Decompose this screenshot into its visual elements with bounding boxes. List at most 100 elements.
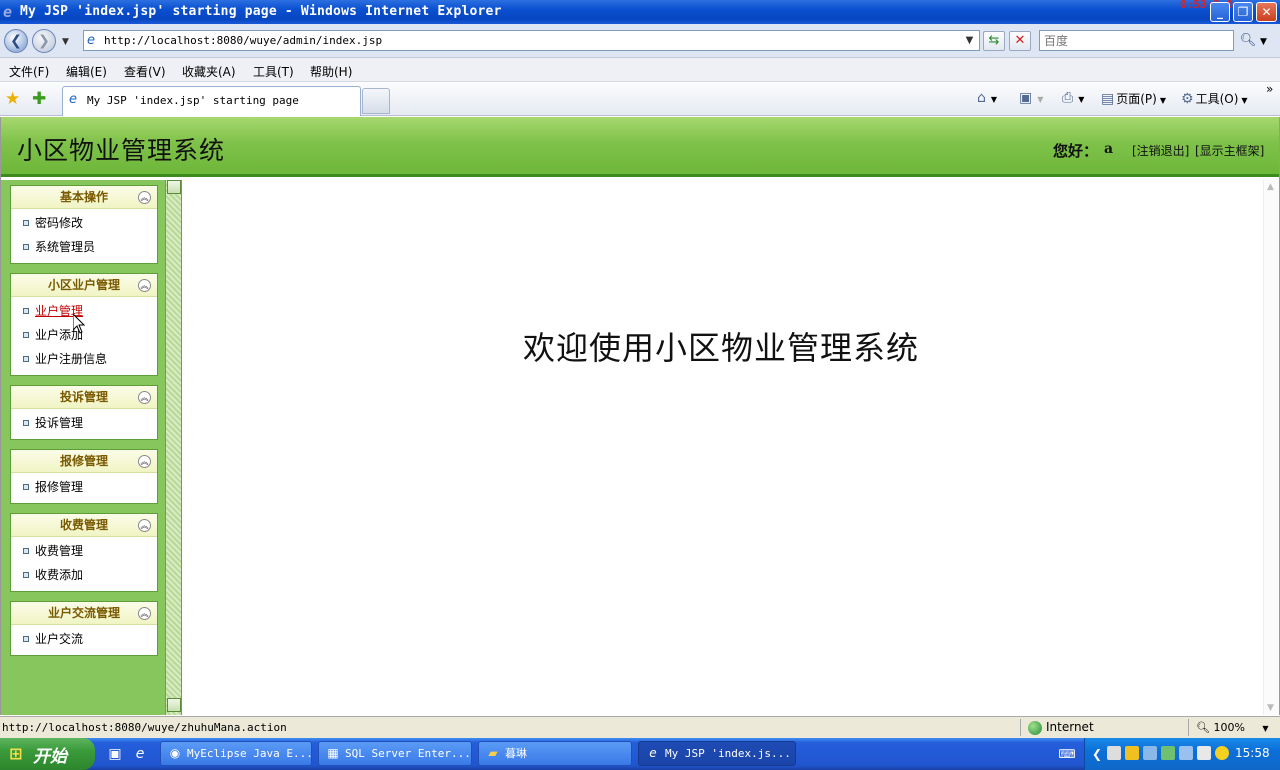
tray-app-icon[interactable] [1143,746,1157,760]
new-tab-button[interactable] [362,88,390,114]
menu-item-resident-communication[interactable]: 业户交流 [11,627,157,651]
menu-group-header[interactable]: 基本操作 ︽ [11,186,157,209]
menu-group-title: 小区业户管理 [47,278,120,292]
home-button[interactable]: ⌂ ▼ [977,90,997,106]
menu-group-header[interactable]: 业户交流管理 ︽ [11,602,157,625]
quicklaunch-ie-icon[interactable]: e [130,744,150,764]
tab-current-page[interactable]: e My JSP 'index.jsp' starting page [62,86,361,116]
menu-item-resident-registration[interactable]: 业户注册信息 [11,347,157,371]
splitter-down-handle[interactable] [167,698,181,712]
menu-group-header[interactable]: 收费管理 ︽ [11,514,157,537]
window-title: My JSP 'index.jsp' starting page - Windo… [20,4,502,19]
bullet-icon [23,220,29,226]
status-divider [1188,719,1189,736]
menu-favorites[interactable]: 收藏夹(A) [182,63,236,80]
collapse-icon[interactable]: ︽ [138,391,151,404]
zoom-level[interactable]: 🔍︎ 100% ▼ [1196,721,1269,734]
printer-icon: ⎙ [1062,90,1074,106]
menu-edit[interactable]: 编辑(E) [66,63,107,80]
page-menu-button[interactable]: ▤ 页面(P) ▼ [1101,90,1166,107]
tools-menu-button[interactable]: ⚙ 工具(O) ▼ [1181,90,1248,107]
security-zone[interactable]: Internet [1028,720,1094,735]
menu-item-complaint-manage[interactable]: 投诉管理 [11,411,157,435]
tray-expand-icon[interactable]: ❮ [1087,744,1107,764]
menu-view[interactable]: 查看(V) [124,63,166,80]
tab-label: My JSP 'index.jsp' starting page [87,94,299,107]
folder-icon: ▰ [488,746,498,760]
tray-volume-icon[interactable] [1197,746,1211,760]
favorites-star-icon[interactable]: ★ [5,89,20,109]
menu-bar: 文件(F) 编辑(E) 查看(V) 收藏夹(A) 工具(T) 帮助(H) [0,58,1280,82]
address-dropdown-icon[interactable]: ▼ [961,32,978,49]
menu-group-communication: 业户交流管理 ︽ 业户交流 [10,601,158,656]
tray-qq-icon[interactable] [1125,746,1139,760]
forward-button[interactable]: ❯ [32,29,56,53]
bullet-icon [23,420,29,426]
bullet-icon [23,636,29,642]
add-favorite-icon[interactable]: ✚ [32,89,46,109]
stop-button[interactable]: ✕ [1009,31,1031,51]
menu-item-system-admin[interactable]: 系统管理员 [11,235,157,259]
address-input[interactable] [104,32,954,49]
zoom-icon: 🔍︎ [1196,721,1210,734]
collapse-icon[interactable]: ︽ [138,455,151,468]
tray-display-icon[interactable] [1179,746,1193,760]
more-commands-chevron-icon[interactable]: » [1266,82,1273,96]
collapse-icon[interactable]: ︽ [138,607,151,620]
menu-group-fees: 收费管理 ︽ 收费管理 收费添加 [10,513,158,592]
menu-group-header[interactable]: 报修管理 ︽ [11,450,157,473]
close-window-button[interactable]: ✕ [1256,2,1277,22]
back-button[interactable]: ❮ [4,29,28,53]
scroll-down-icon[interactable]: ▼ [1267,703,1274,713]
menu-group-header[interactable]: 小区业户管理 ︽ [11,274,157,297]
search-options-dropdown-icon[interactable]: ▼ [1260,37,1267,47]
menu-group-title: 基本操作 [59,190,108,204]
menu-item-repair-manage[interactable]: 报修管理 [11,475,157,499]
keyboard-icon[interactable]: ⌨ [1057,744,1077,764]
menu-file[interactable]: 文件(F) [9,63,49,80]
search-input[interactable] [1044,32,1224,49]
show-main-frame-link[interactable]: [显示主框架] [1195,142,1264,159]
start-button[interactable]: ⊞ 开始 [0,738,95,770]
menu-item-password-change[interactable]: 密码修改 [11,211,157,235]
tray-security-icon[interactable] [1161,746,1175,760]
maximize-button[interactable]: ❐ [1233,2,1253,22]
frame-splitter[interactable] [165,180,182,715]
windows-flag-icon: ⊞ [9,744,23,763]
gear-icon: ⚙ [1181,91,1194,107]
menu-group-header[interactable]: 投诉管理 ︽ [11,386,157,409]
tray-network-icon[interactable] [1107,746,1121,760]
menu-item-fee-manage[interactable]: 收费管理 [11,539,157,563]
feeds-button[interactable]: ▣ ▼ [1019,90,1043,106]
scroll-up-icon[interactable]: ▲ [1267,182,1274,192]
minimize-button[interactable]: _ [1210,2,1230,22]
taskbar-item-myeclipse[interactable]: ◉ MyEclipse Java E... [160,741,312,766]
history-dropdown-icon[interactable]: ▼ [62,37,69,47]
taskbar-item-folder[interactable]: ▰ 暮琳 [478,741,632,766]
menu-tools[interactable]: 工具(T) [253,63,294,80]
status-divider [1020,719,1021,736]
menu-item-fee-add[interactable]: 收费添加 [11,563,157,587]
logout-link[interactable]: [注销退出] [1132,142,1189,159]
myeclipse-icon: ◉ [169,746,181,760]
refresh-button[interactable]: ⇆ [983,31,1005,51]
menu-help[interactable]: 帮助(H) [310,63,352,80]
page-menu-icon: ▤ [1101,91,1115,107]
print-button[interactable]: ⎙ ▼ [1062,90,1084,106]
collapse-icon[interactable]: ︽ [138,279,151,292]
collapse-icon[interactable]: ︽ [138,519,151,532]
taskbar-item-ie[interactable]: e My JSP 'index.js... [638,741,796,766]
menu-group-title: 收费管理 [59,518,108,532]
bullet-icon [23,356,29,362]
welcome-message: 欢迎使用小区物业管理系统 [522,329,919,367]
collapse-icon[interactable]: ︽ [138,191,151,204]
tray-update-icon[interactable] [1215,746,1229,760]
quicklaunch-desktop-icon[interactable]: ▣ [105,744,125,764]
sql-server-icon: ▦ [327,746,339,760]
main-scrollbar[interactable]: ▲ ▼ [1263,180,1279,715]
ie-icon: e [649,746,657,760]
search-icon[interactable]: 🔍︎ [1238,31,1258,51]
taskbar-item-sqlserver[interactable]: ▦ SQL Server Enter... [318,741,472,766]
menu-group-title: 业户交流管理 [47,606,120,620]
splitter-up-handle[interactable] [167,180,181,194]
